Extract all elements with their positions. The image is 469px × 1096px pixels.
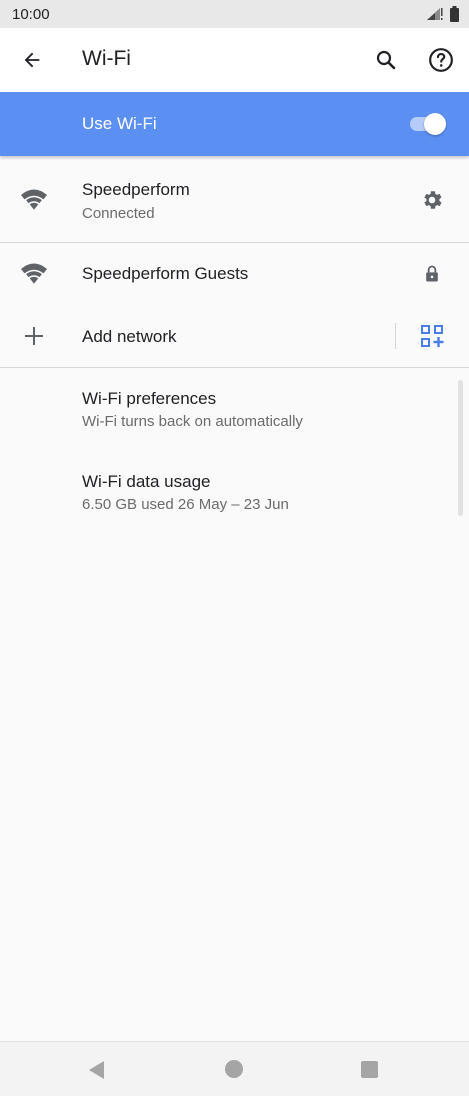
wifi-preferences-item[interactable]: Wi-Fi preferences Wi-Fi turns back on au… <box>0 368 469 450</box>
wifi-signal-icon <box>18 184 50 216</box>
help-icon <box>429 48 453 72</box>
use-wifi-toggle[interactable] <box>410 112 448 136</box>
wifi-signal-icon <box>18 258 50 290</box>
battery-icon <box>450 6 459 22</box>
gear-icon <box>424 191 442 209</box>
data-usage-subtitle: 6.50 GB used 26 May – 23 Jun <box>82 496 289 513</box>
nav-home-button[interactable] <box>225 1060 243 1078</box>
network-name: Speedperform <box>82 180 190 199</box>
scrollbar[interactable] <box>458 380 463 516</box>
preferences-subtitle: Wi-Fi turns back on automatically <box>82 413 303 430</box>
use-wifi-label: Use Wi-Fi <box>82 114 157 133</box>
network-status: Connected <box>82 205 155 222</box>
status-bar: 10:00 <box>0 0 469 28</box>
status-icons <box>426 6 459 22</box>
help-button[interactable] <box>425 44 457 76</box>
qr-scan-button[interactable] <box>416 320 448 352</box>
page-title: Wi-Fi <box>82 47 131 70</box>
lock-icon <box>416 258 448 290</box>
vertical-divider <box>395 323 396 349</box>
data-usage-title: Wi-Fi data usage <box>82 472 211 491</box>
navigation-bar <box>0 1041 469 1096</box>
back-button[interactable] <box>14 44 50 76</box>
search-button[interactable] <box>370 44 402 76</box>
network-item-speedperform[interactable]: Speedperform Connected <box>0 156 469 242</box>
search-icon <box>376 50 396 70</box>
toggle-thumb <box>424 113 446 135</box>
wifi-data-usage-item[interactable]: Wi-Fi data usage 6.50 GB used 26 May – 2… <box>0 450 469 532</box>
app-bar: Wi-Fi <box>0 28 469 92</box>
preferences-title: Wi-Fi preferences <box>82 389 217 408</box>
plus-icon <box>18 320 50 352</box>
signal-icon <box>427 8 443 20</box>
network-name: Speedperform Guests <box>82 264 249 283</box>
arrow-back-icon <box>24 52 40 68</box>
network-settings-button[interactable] <box>416 184 448 216</box>
qr-code-add-icon <box>421 325 444 347</box>
network-item-speedperform-guests[interactable]: Speedperform Guests <box>0 243 469 305</box>
status-time: 10:00 <box>12 6 50 23</box>
add-network-label: Add network <box>82 327 177 346</box>
nav-recents-button[interactable] <box>361 1061 378 1078</box>
add-network-item[interactable]: Add network <box>0 305 469 367</box>
nav-back-button[interactable] <box>86 1059 108 1081</box>
use-wifi-bar[interactable]: Use Wi-Fi <box>0 92 469 156</box>
